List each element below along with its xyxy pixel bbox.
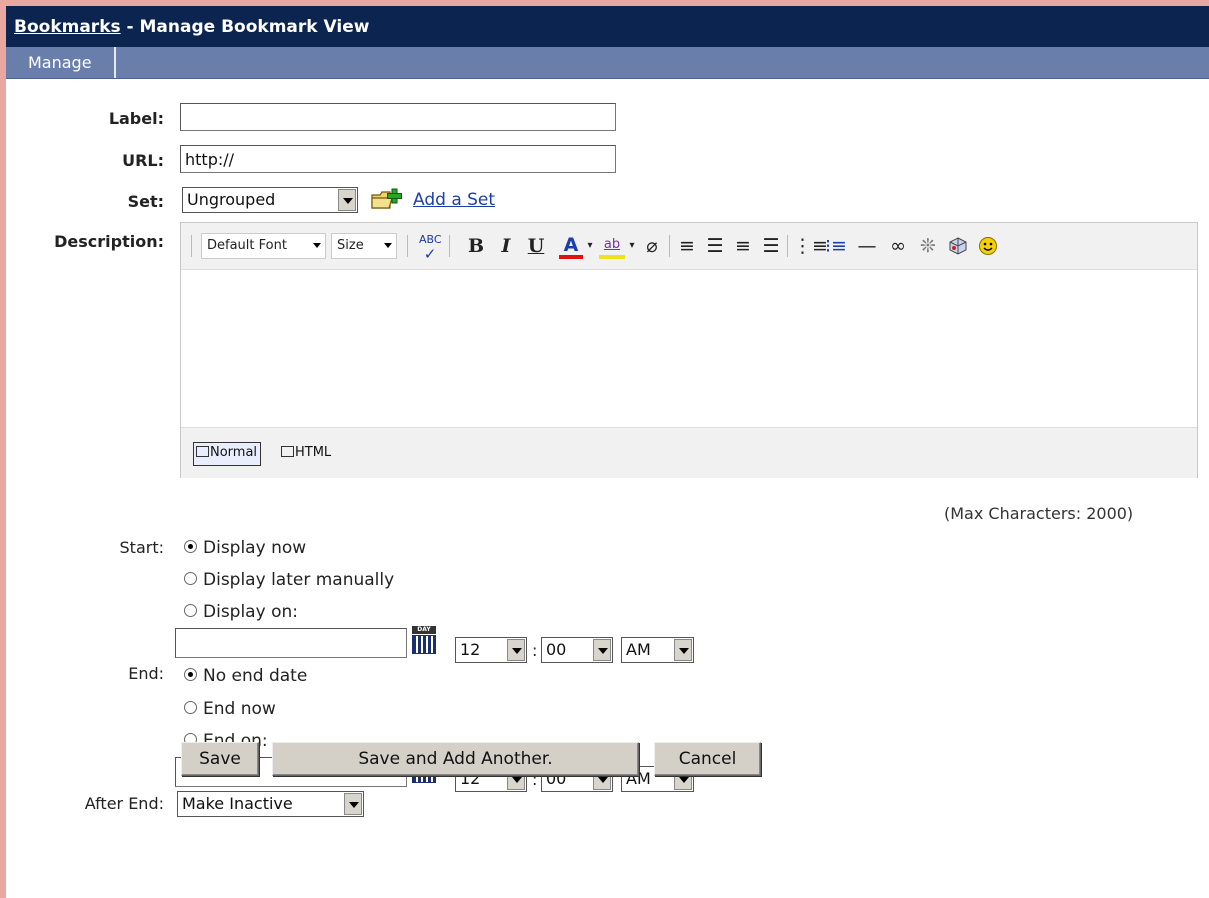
toolbar-divider <box>787 235 788 257</box>
start-minute-select[interactable]: 00 <box>541 637 613 663</box>
after-end-caption: After End: <box>84 794 164 813</box>
unlink-icon[interactable]: ❊ <box>915 233 941 259</box>
url-input[interactable] <box>180 145 616 173</box>
time-separator: : <box>532 641 538 660</box>
underline-icon[interactable]: U <box>527 233 545 259</box>
radio-selected-icon[interactable] <box>184 667 197 681</box>
highlight-icon[interactable]: ab <box>599 233 625 259</box>
toolbar-divider <box>449 235 450 257</box>
font-family-dropdown[interactable]: Default Font <box>201 233 326 259</box>
toolbar-divider <box>407 235 408 257</box>
start-ampm-select[interactable]: AM <box>621 637 694 663</box>
link-icon[interactable]: ∞ <box>885 233 911 259</box>
start-minute-value: 00 <box>546 640 567 659</box>
url-caption: URL: <box>122 151 164 170</box>
smiley-icon[interactable] <box>975 233 1001 259</box>
start-ampm-value: AM <box>626 640 651 659</box>
end-option-label: No end date <box>203 666 308 686</box>
calendar-icon[interactable]: DAY <box>410 626 438 656</box>
chevron-down-icon[interactable] <box>338 189 356 211</box>
radio-selected-icon[interactable] <box>184 539 197 553</box>
unordered-list-icon[interactable]: ⁝≡ <box>823 233 849 259</box>
breadcrumb-bookmarks-link[interactable]: Bookmarks <box>14 17 121 37</box>
radio-icon[interactable] <box>184 571 197 585</box>
start-option-label: Display later manually <box>203 570 395 590</box>
italic-icon[interactable]: I <box>497 233 515 259</box>
after-end-value: Make Inactive <box>182 794 293 813</box>
justify-icon[interactable]: ☰ <box>759 233 783 259</box>
chevron-down-icon <box>384 243 392 248</box>
start-date-input[interactable] <box>175 628 407 658</box>
toolbar-divider <box>669 235 670 257</box>
align-left-icon[interactable]: ≡ <box>675 233 699 259</box>
set-select[interactable]: Ungrouped <box>182 187 358 213</box>
chevron-down-icon[interactable]: ▾ <box>627 233 637 259</box>
window-frame-left <box>0 0 6 898</box>
chevron-down-icon[interactable]: ▾ <box>585 233 595 259</box>
label-input[interactable] <box>180 103 616 131</box>
cancel-button[interactable]: Cancel <box>654 742 761 776</box>
end-option-label: End now <box>203 699 276 719</box>
html-mode-button[interactable]: HTML <box>281 442 331 464</box>
description-text-area[interactable] <box>181 270 1197 426</box>
page-title: Bookmarks - Manage Bookmark View <box>14 17 369 37</box>
end-option-end-now[interactable]: End now <box>184 699 276 719</box>
rich-text-editor: Default Font Size ABC ✓ B I U A ▾ ab ▾ ⌀ … <box>180 222 1198 478</box>
label-caption: Label: <box>108 109 164 128</box>
normal-mode-label: Normal <box>210 445 258 460</box>
add-a-set-link[interactable]: Add a Set <box>413 190 495 210</box>
add-folder-icon[interactable] <box>370 187 404 213</box>
editor-toolbar: Default Font Size ABC ✓ B I U A ▾ ab ▾ ⌀ … <box>181 223 1197 270</box>
chevron-down-icon <box>313 243 321 248</box>
editor-mode-bar: Normal HTML <box>181 427 1197 478</box>
font-color-icon[interactable]: A <box>559 233 583 259</box>
eraser-icon[interactable]: ⌀ <box>641 233 663 259</box>
calendar-grid <box>412 635 436 654</box>
set-caption: Set: <box>127 192 164 211</box>
html-mode-label: HTML <box>295 445 332 460</box>
chevron-down-icon[interactable] <box>593 639 611 661</box>
chevron-down-icon[interactable] <box>674 639 692 661</box>
after-end-select[interactable]: Make Inactive <box>177 791 364 817</box>
tab-bar: Manage <box>6 47 1209 79</box>
horizontal-rule-icon[interactable]: — <box>853 233 881 259</box>
end-option-no-end-date[interactable]: No end date <box>184 666 307 686</box>
font-size-label: Size <box>337 238 364 253</box>
start-option-label: Display now <box>203 538 307 558</box>
start-option-display-later[interactable]: Display later manually <box>184 570 394 590</box>
html-mode-icon <box>281 446 294 457</box>
align-right-icon[interactable]: ≡ <box>731 233 755 259</box>
start-option-display-now[interactable]: Display now <box>184 538 306 558</box>
start-option-display-on[interactable]: Display on: <box>184 602 298 622</box>
start-option-label: Display on: <box>203 602 298 622</box>
font-family-label: Default Font <box>207 238 287 253</box>
set-select-value: Ungrouped <box>187 190 276 209</box>
chevron-down-icon[interactable] <box>507 639 525 661</box>
calendar-day-label: DAY <box>412 626 436 634</box>
radio-icon[interactable] <box>184 603 197 617</box>
max-characters-note: (Max Characters: 2000) <box>944 504 1134 523</box>
toolbar-divider <box>191 235 192 257</box>
bold-icon[interactable]: B <box>467 233 485 259</box>
spellcheck-icon[interactable]: ABC ✓ <box>419 233 442 262</box>
radio-icon[interactable] <box>184 700 197 714</box>
normal-mode-button[interactable]: Normal <box>193 442 262 466</box>
normal-mode-icon <box>196 446 209 457</box>
start-caption: Start: <box>119 538 164 557</box>
save-button[interactable]: Save <box>181 742 259 776</box>
start-hour-select[interactable]: 12 <box>455 637 527 663</box>
chevron-down-icon[interactable] <box>344 793 362 815</box>
save-and-add-another-button[interactable]: Save and Add Another. <box>272 742 639 776</box>
align-center-icon[interactable]: ☰ <box>703 233 727 259</box>
description-caption: Description: <box>54 232 164 251</box>
insert-object-icon[interactable] <box>945 233 971 259</box>
ordered-list-icon[interactable]: ⋮≡ <box>793 233 828 259</box>
start-hour-value: 12 <box>460 640 481 659</box>
font-size-dropdown[interactable]: Size <box>331 233 397 259</box>
tab-manage[interactable]: Manage <box>6 47 116 78</box>
title-bar: Bookmarks - Manage Bookmark View <box>6 6 1209 47</box>
page-title-text: - Manage Bookmark View <box>120 17 370 37</box>
end-caption: End: <box>128 664 164 683</box>
